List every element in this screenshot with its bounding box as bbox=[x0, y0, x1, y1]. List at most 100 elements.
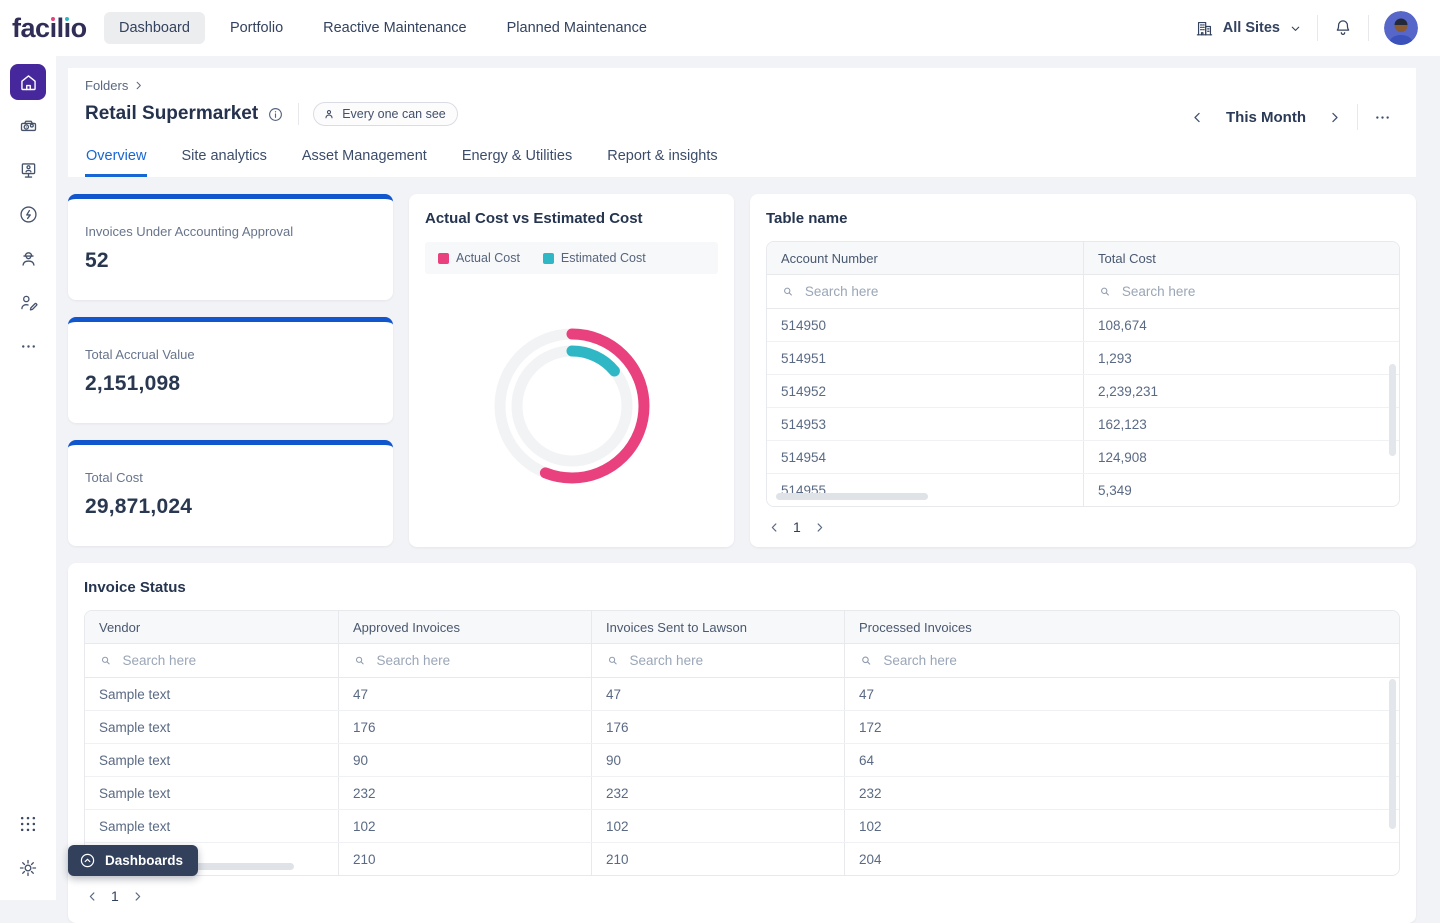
sidebar-item-visitors[interactable] bbox=[10, 152, 46, 188]
vendor-edit-icon bbox=[18, 292, 39, 313]
account-number-cell: 514954 bbox=[767, 441, 1083, 473]
more-options-button[interactable] bbox=[1373, 108, 1392, 127]
legend-item[interactable]: Actual Cost bbox=[438, 251, 520, 265]
search-input[interactable] bbox=[375, 652, 577, 669]
page-next-button[interactable] bbox=[131, 890, 144, 903]
main-content: Folders Retail Supermarket Every one can… bbox=[56, 56, 1440, 900]
nav-item[interactable]: Dashboard bbox=[104, 12, 205, 44]
page-next-button[interactable] bbox=[813, 521, 826, 534]
approved-invoices-cell: 176 bbox=[338, 711, 591, 743]
nav-item[interactable]: Planned Maintenance bbox=[492, 12, 662, 44]
table-title: Invoice Status bbox=[84, 579, 1400, 596]
vendor-cell: Sample text bbox=[85, 744, 338, 776]
page-number[interactable]: 1 bbox=[793, 519, 801, 535]
building-icon bbox=[1195, 19, 1214, 38]
period-prev-button[interactable] bbox=[1190, 110, 1205, 125]
sidebar-item-more[interactable] bbox=[10, 328, 46, 364]
kpi-label: Invoices Under Accounting Approval bbox=[85, 224, 376, 239]
tab[interactable]: Overview bbox=[85, 138, 147, 177]
search-icon bbox=[99, 653, 113, 668]
page-title: Retail Supermarket bbox=[85, 103, 258, 125]
tab[interactable]: Asset Management bbox=[301, 138, 428, 177]
page-prev-button[interactable] bbox=[86, 890, 99, 903]
nav-item[interactable]: Reactive Maintenance bbox=[308, 12, 481, 44]
ellipsis-icon bbox=[1373, 108, 1392, 127]
table-row[interactable]: Sample text 232 232 232 bbox=[85, 777, 1399, 810]
visitor-kiosk-icon bbox=[18, 160, 39, 181]
breadcrumb[interactable]: Folders bbox=[85, 78, 144, 93]
table-row[interactable]: Sample text 90 90 64 bbox=[85, 744, 1399, 777]
tab[interactable]: Report & insights bbox=[606, 138, 718, 177]
dashboards-button-label: Dashboards bbox=[105, 853, 183, 868]
settings-gear-icon bbox=[18, 858, 38, 878]
chevron-down-icon bbox=[1289, 22, 1302, 35]
tab[interactable]: Energy & Utilities bbox=[461, 138, 573, 177]
bell-icon bbox=[1333, 18, 1353, 38]
circle-chevron-up-icon bbox=[79, 852, 96, 869]
breadcrumb-folders[interactable]: Folders bbox=[85, 78, 128, 93]
search-icon bbox=[781, 284, 795, 299]
table-row[interactable]: 514953 162,123 bbox=[767, 408, 1399, 441]
period-next-button[interactable] bbox=[1327, 110, 1342, 125]
page-prev-button[interactable] bbox=[768, 521, 781, 534]
invoice-table-pagination: 1 bbox=[84, 888, 1400, 904]
table-row[interactable]: Sample text 47 47 47 bbox=[85, 678, 1399, 711]
vertical-scrollbar[interactable] bbox=[1389, 364, 1396, 456]
sidebar-item-apps[interactable] bbox=[10, 806, 46, 842]
chevron-right-icon bbox=[1327, 110, 1342, 125]
chevron-right-icon bbox=[813, 521, 826, 534]
sidebar-item-energy[interactable] bbox=[10, 196, 46, 232]
table-row[interactable]: Sample text 102 102 102 bbox=[85, 810, 1399, 843]
table-row[interactable]: Sample text 176 176 172 bbox=[85, 711, 1399, 744]
page-number[interactable]: 1 bbox=[111, 888, 119, 904]
dashboards-button[interactable]: Dashboards bbox=[68, 845, 198, 876]
home-icon bbox=[18, 72, 39, 93]
site-selector[interactable]: All Sites bbox=[1195, 19, 1302, 38]
sidebar-item-settings[interactable] bbox=[10, 850, 46, 886]
table-row[interactable]: 514950 108,674 bbox=[767, 309, 1399, 342]
search-input[interactable] bbox=[121, 652, 324, 669]
search-input[interactable] bbox=[1120, 283, 1385, 300]
search-icon bbox=[353, 653, 367, 668]
search-icon bbox=[606, 653, 620, 668]
visibility-badge: Every one can see bbox=[313, 102, 458, 126]
top-navbar: facılıo Dashboard Portfolio Reactive Mai… bbox=[0, 0, 1440, 56]
sidebar-item-workforce[interactable] bbox=[10, 240, 46, 276]
table-header-row: Vendor Approved Invoices Invoices Sent t… bbox=[85, 611, 1399, 644]
account-table: Account Number Total Cost bbox=[766, 241, 1400, 507]
asset-icon bbox=[18, 116, 39, 137]
approved-invoices-cell: 102 bbox=[338, 810, 591, 842]
table-row[interactable]: 514955 5,349 bbox=[767, 474, 1399, 506]
table-row[interactable]: 514951 1,293 bbox=[767, 342, 1399, 375]
chevron-left-icon bbox=[1190, 110, 1205, 125]
sidebar-item-vendors[interactable] bbox=[10, 284, 46, 320]
total-cost-cell: 162,123 bbox=[1083, 408, 1399, 440]
facilio-logo[interactable]: facılıo bbox=[0, 13, 96, 44]
chart-title: Actual Cost vs Estimated Cost bbox=[425, 210, 718, 227]
table-search-row bbox=[85, 644, 1399, 678]
info-icon[interactable] bbox=[267, 106, 284, 123]
table-row[interactable]: 514954 124,908 bbox=[767, 441, 1399, 474]
legend-item[interactable]: Estimated Cost bbox=[543, 251, 646, 265]
table-row[interactable]: 514952 2,239,231 bbox=[767, 375, 1399, 408]
search-input[interactable] bbox=[803, 283, 1069, 300]
user-avatar[interactable] bbox=[1384, 11, 1418, 45]
search-input[interactable] bbox=[881, 652, 1385, 669]
column-header: Account Number bbox=[767, 242, 1083, 274]
notifications-button[interactable] bbox=[1333, 18, 1353, 38]
account-table-pagination: 1 bbox=[766, 519, 1400, 535]
period-controls: This Month bbox=[1190, 104, 1392, 130]
account-table-card: Table name Account Number Total Cost bbox=[750, 194, 1416, 547]
nav-item[interactable]: Portfolio bbox=[215, 12, 298, 44]
column-header: Total Cost bbox=[1083, 242, 1399, 274]
sidebar-item-assets[interactable] bbox=[10, 108, 46, 144]
sidebar-item-home[interactable] bbox=[10, 64, 46, 100]
dashboard-tabs: Overview Site analytics Asset Management… bbox=[85, 138, 719, 177]
horizontal-scrollbar[interactable] bbox=[776, 493, 928, 500]
account-number-cell: 514950 bbox=[767, 309, 1083, 341]
vertical-scrollbar[interactable] bbox=[1389, 679, 1396, 829]
search-input[interactable] bbox=[628, 652, 830, 669]
tab[interactable]: Site analytics bbox=[180, 138, 267, 177]
table-row[interactable]: Sample text 210 210 204 bbox=[85, 843, 1399, 875]
cost-chart-card: Actual Cost vs Estimated Cost Actual Cos… bbox=[409, 194, 734, 547]
